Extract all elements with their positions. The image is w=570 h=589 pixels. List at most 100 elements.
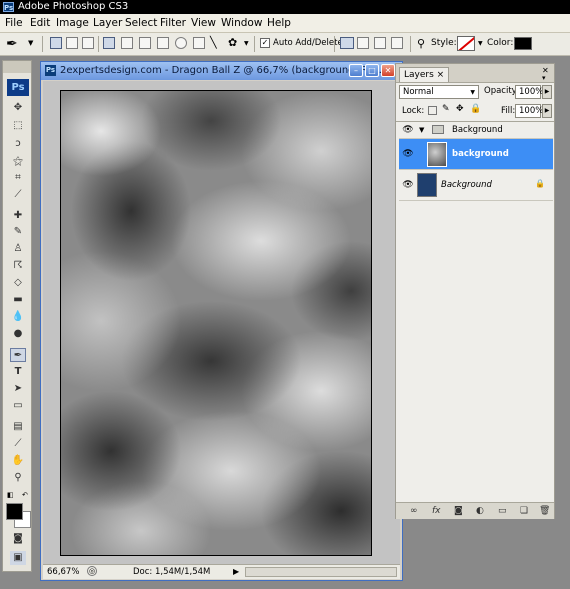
trash-icon[interactable]: 🗑 <box>539 505 550 517</box>
adjustment-layer-icon[interactable]: ◐ <box>476 505 484 517</box>
menu-view[interactable]: View <box>191 16 216 30</box>
paths-button[interactable] <box>66 37 78 49</box>
hand-tool-icon[interactable]: ✋ <box>10 454 26 468</box>
history-brush-tool-icon[interactable]: ☈ <box>10 259 26 273</box>
marquee-tool-icon[interactable]: ⬚ <box>10 119 26 133</box>
panel-divider <box>396 121 554 122</box>
polygon-tool-button[interactable] <box>193 37 205 49</box>
clouds-canvas[interactable] <box>60 90 372 556</box>
healing-brush-tool-icon[interactable]: ✚ <box>10 209 26 223</box>
document-title-bar[interactable]: Ps 2expertsdesign.com - Dragon Ball Z @ … <box>41 62 402 80</box>
path-subtract-button[interactable] <box>357 37 369 49</box>
menu-select[interactable]: Select <box>125 16 157 30</box>
quick-mask-icon[interactable]: ◙ <box>10 532 26 546</box>
lasso-tool-icon[interactable]: ↄ <box>10 137 26 151</box>
ellipse-tool-button[interactable] <box>175 37 187 49</box>
dodge-tool-icon[interactable]: ● <box>10 327 26 341</box>
lock-image-icon[interactable]: ✎ <box>442 104 450 114</box>
style-swatch[interactable] <box>457 36 475 51</box>
shape-layers-button[interactable] <box>50 37 62 49</box>
blend-mode-select[interactable]: Normal ▼ <box>399 85 479 99</box>
gradient-tool-icon[interactable]: ▬ <box>10 293 26 307</box>
toolbox-grip[interactable] <box>3 61 31 73</box>
layer-row-background[interactable]: 👁 Background 🔒 <box>399 170 553 201</box>
expand-triangle-icon[interactable]: ▼ <box>419 126 424 134</box>
lock-position-icon[interactable]: ✥ <box>456 104 464 114</box>
blur-tool-icon[interactable]: 💧 <box>10 310 26 324</box>
eye-icon[interactable]: 👁 <box>402 125 414 135</box>
path-add-button[interactable] <box>340 37 354 49</box>
crop-tool-icon[interactable]: ⌗ <box>10 171 26 185</box>
lock-all-icon[interactable]: 🔒 <box>470 104 481 114</box>
zoom-level[interactable]: 66,67% <box>47 566 79 578</box>
fill-input[interactable]: 100% <box>515 104 543 118</box>
maximize-button[interactable]: □ <box>365 64 379 77</box>
fill-slider-arrow-icon[interactable]: ▶ <box>542 104 552 118</box>
close-button[interactable]: ✕ <box>381 64 395 77</box>
chevron-down-icon[interactable]: ▼ <box>478 40 483 47</box>
magic-wand-tool-icon[interactable]: ⚝ <box>10 155 26 169</box>
rectangle-shape-tool-icon[interactable]: ▭ <box>10 399 26 413</box>
close-icon[interactable]: × <box>437 70 445 80</box>
rounded-rectangle-button[interactable] <box>157 37 169 49</box>
eraser-tool-icon[interactable]: ◇ <box>10 276 26 290</box>
toolbox: Ps ✥ ⬚ ↄ ⚝ ⌗ ⟋ ✚ ✎ ♙ ☈ ◇ ▬ 💧 ● ✒ T ➤ ▭ ▤… <box>2 60 32 572</box>
screen-mode-icon[interactable]: ▣ <box>10 551 26 565</box>
pen-tool-preset-icon[interactable]: ✒ <box>6 36 18 52</box>
eyedropper-tool-icon[interactable]: ⟋ <box>10 437 26 451</box>
color-swatch[interactable] <box>514 37 532 50</box>
rectangle-tool-button[interactable] <box>139 37 151 49</box>
layer-row-selected[interactable]: 👁 background <box>399 139 553 170</box>
clone-stamp-tool-icon[interactable]: ♙ <box>10 242 26 256</box>
layer-mask-icon[interactable]: ◙ <box>454 505 463 517</box>
menu-edit[interactable]: Edit <box>30 16 50 30</box>
brush-tool-icon[interactable]: ✎ <box>10 225 26 239</box>
path-exclude-button[interactable] <box>391 37 403 49</box>
lock-transparent-icon[interactable] <box>428 106 437 115</box>
eye-icon[interactable]: 👁 <box>402 149 414 159</box>
pen-tool-icon[interactable]: ✒ <box>10 348 26 362</box>
path-intersect-button[interactable] <box>374 37 386 49</box>
minimize-button[interactable]: – <box>349 64 363 77</box>
menu-help[interactable]: Help <box>267 16 291 30</box>
custom-shape-icon[interactable]: ✿ <box>228 36 237 50</box>
canvas-area <box>43 81 400 565</box>
options-divider <box>334 36 335 52</box>
status-menu-arrow-icon[interactable]: ▶ <box>233 566 239 578</box>
notes-tool-icon[interactable]: ▤ <box>10 420 26 434</box>
chevron-down-icon[interactable]: ▼ <box>244 40 249 47</box>
type-tool-icon[interactable]: T <box>10 365 26 379</box>
new-layer-icon[interactable]: ❏ <box>520 505 528 517</box>
auto-add-delete-checkbox[interactable]: ✓ <box>260 38 270 48</box>
menu-window[interactable]: Window <box>221 16 262 30</box>
opacity-slider-arrow-icon[interactable]: ▶ <box>542 85 552 99</box>
menu-filter[interactable]: Filter <box>160 16 186 30</box>
swap-colors-icon[interactable]: ↶ <box>22 491 28 499</box>
link-layers-icon[interactable]: ∞ <box>410 505 418 517</box>
slice-tool-icon[interactable]: ⟋ <box>10 188 26 202</box>
menu-file[interactable]: File <box>5 16 23 30</box>
path-selection-tool-icon[interactable]: ➤ <box>10 382 26 396</box>
move-tool-icon[interactable]: ✥ <box>10 101 26 115</box>
opacity-input[interactable]: 100% <box>515 85 543 99</box>
menu-image[interactable]: Image <box>56 16 89 30</box>
line-tool-icon[interactable]: ╲ <box>210 37 217 49</box>
freeform-pen-button[interactable] <box>121 37 133 49</box>
document-title: 2expertsdesign.com - Dragon Ball Z @ 66,… <box>60 65 386 76</box>
default-colors-icon[interactable]: ◧ <box>7 491 14 499</box>
eye-icon[interactable]: 👁 <box>402 180 414 190</box>
foreground-color-swatch-top[interactable] <box>6 503 23 520</box>
layer-style-icon[interactable]: fx <box>432 505 441 517</box>
new-group-icon[interactable]: ▭ <box>498 505 507 517</box>
layer-row-group[interactable]: 👁 ▼ Background <box>399 123 553 139</box>
pen-tool-button[interactable] <box>103 37 115 49</box>
horizontal-scrollbar[interactable] <box>245 567 397 577</box>
tab-layers[interactable]: Layers × <box>399 67 450 82</box>
link-icon[interactable]: ⚲ <box>417 37 425 50</box>
chevron-down-icon[interactable]: ▼ <box>28 39 33 47</box>
fill-pixels-button[interactable] <box>82 37 94 49</box>
menu-layer[interactable]: Layer <box>93 16 122 30</box>
status-info-icon[interactable]: ◎ <box>87 566 97 576</box>
zoom-tool-icon[interactable]: ⚲ <box>10 471 26 485</box>
panel-menu-icon[interactable]: ▾ <box>542 74 546 82</box>
